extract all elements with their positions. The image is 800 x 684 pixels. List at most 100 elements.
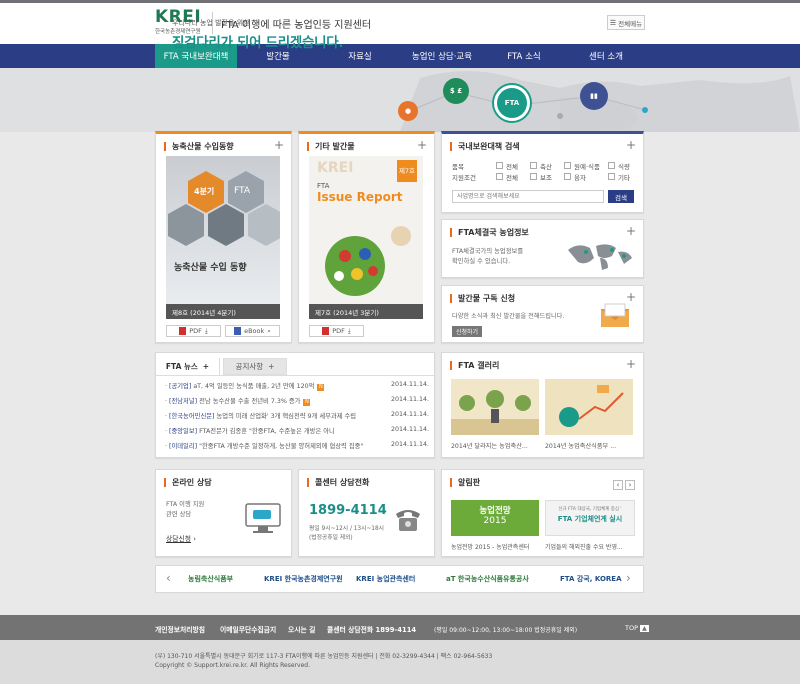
notice-caption-2[interactable]: 기업들의 해외진출 수요 반영... xyxy=(545,542,623,551)
plus-icon: + xyxy=(268,362,275,371)
filter-option[interactable]: 보조 xyxy=(530,172,564,182)
download-icon: ⤓ xyxy=(347,326,351,335)
subscribe-title: 발간물 구독 신청 xyxy=(450,294,515,303)
call-center-hours: 평일 9시~12시 / 13시~18시 xyxy=(309,526,385,532)
all-menu-button[interactable]: ☰ 전체메뉴 xyxy=(607,15,645,30)
filter-row-condition: 지원조건 전체 보조 융자 기타 xyxy=(452,171,630,182)
all-menu-label: 전체메뉴 xyxy=(618,19,643,28)
notice-board-title: 알림판 xyxy=(450,478,480,487)
call-center-title: 콜센터 상담전화 xyxy=(307,478,369,487)
gallery-thumb-1[interactable] xyxy=(451,379,539,435)
notice-next-button[interactable]: › xyxy=(625,480,635,490)
top-label: TOP xyxy=(625,624,639,632)
filter-option[interactable]: 융자 xyxy=(564,172,608,182)
gallery-thumb-2[interactable] xyxy=(545,379,633,435)
call-center-phone[interactable]: 1899-4114 xyxy=(309,503,387,518)
cover-fta-word: FTA xyxy=(234,186,250,196)
banner-2-small: 신규 FTA 대상국, 기업체계 중심 ' xyxy=(558,507,622,512)
filter-option[interactable]: 식량 xyxy=(608,161,630,171)
import-trend-pdf-button[interactable]: PDF ⤓ xyxy=(166,325,221,337)
search-button[interactable]: 검색 xyxy=(608,190,634,203)
notice-banner-2[interactable]: 신규 FTA 대상국, 기업체계 중심 ' FTA 기업체언계 실시 xyxy=(545,500,635,536)
measures-search-card: 국내보완대책 검색 + 품목 전체 축산 원예·식품 식량 지원조건 전체 보조… xyxy=(441,131,644,213)
envelope-icon xyxy=(601,303,629,327)
footer-copyright: Copyright © Support.krei.re.kr. All Righ… xyxy=(155,662,310,669)
issue-report-cover[interactable]: KREI 제7호 FTA Issue Report xyxy=(309,156,423,304)
import-trend-cover[interactable]: 4분기 FTA 농축산물 수입 동향 xyxy=(166,156,280,304)
other-publications-card: 기타 발간물 + KREI 제7호 FTA Issue Report 제7호 (… xyxy=(298,131,435,343)
import-trend-ebook-button[interactable]: eBook ⌕ xyxy=(225,325,280,337)
partner-mafra[interactable]: 농림축산식품부 xyxy=(188,574,233,584)
gallery-more-icon[interactable]: + xyxy=(626,358,636,370)
news-list: · [공기업] aT, 4억 일등인 농식품 매출, 2년 만에 120억 N 2… xyxy=(155,381,435,457)
partners-next-icon[interactable]: › xyxy=(626,571,631,585)
tab-fta-news[interactable]: FTA 뉴스 + xyxy=(156,358,220,375)
plus-icon: + xyxy=(202,362,210,371)
measures-search-more-icon[interactable]: + xyxy=(626,139,636,151)
call-center-card: 콜센터 상담전화 1899-4114 평일 9시~12시 / 13시~18시 (… xyxy=(298,469,435,557)
news-date: 2014.11.14. xyxy=(390,441,429,448)
filter-option[interactable]: 축산 xyxy=(530,161,564,171)
partner-krei[interactable]: KREI 한국농촌경제연구원 xyxy=(264,574,343,584)
footer-link-directions[interactable]: 오시는 길 xyxy=(288,624,315,634)
ebook-label: eBook xyxy=(244,327,265,335)
hamburger-icon: ☰ xyxy=(609,18,617,27)
fta-country-info-more-icon[interactable]: + xyxy=(626,225,636,237)
import-trend-card: 농축산물 수입동향 + 4분기 FTA 농축산물 수입 동향 제8호 (2014… xyxy=(155,131,292,343)
nav-item-consult-education[interactable]: 농업인 상담·교육 xyxy=(401,44,483,68)
news-date: 2014.11.14. xyxy=(390,396,429,403)
news-item[interactable]: · [한국농어민신문] 농업의 미래 산업화' 3개 핵심전략 9개 세부과제 … xyxy=(165,411,429,423)
nav-item-center-intro[interactable]: 센터 소개 xyxy=(565,44,647,68)
notice-prev-button[interactable]: ‹ xyxy=(613,480,623,490)
download-icon: ⤓ xyxy=(204,326,208,335)
import-trend-more-icon[interactable]: + xyxy=(274,139,284,151)
footer-link-privacy[interactable]: 개인정보처리방침 xyxy=(155,624,205,634)
partner-outlook-center[interactable]: KREI 농업관측센터 xyxy=(356,574,415,584)
pdf-icon xyxy=(322,327,330,335)
subscribe-button[interactable]: 신청하기 xyxy=(452,326,483,337)
tab-notice-label: 공지사항 xyxy=(235,362,264,371)
notice-banner-1[interactable]: 농업전망 2015 xyxy=(451,500,539,536)
apple-bubble-icon: ● xyxy=(398,101,418,121)
partner-at[interactable]: aT 한국농수산식품유통공사 xyxy=(446,574,529,584)
new-badge: N xyxy=(317,384,325,391)
partners-prev-icon[interactable]: ‹ xyxy=(166,571,171,585)
footer-hours-note: (평일 09:00~12:00, 13:00~18:00 법정공휴일 제외) xyxy=(434,627,578,634)
consult-request-link[interactable]: 상담신청 › xyxy=(166,533,196,543)
filter-label-condition: 지원조건 xyxy=(452,173,476,182)
filter-option[interactable]: 원예·식품 xyxy=(564,161,608,171)
fta-country-info-card: FTA체결국 농업정보 + FTA체결국가의 농업정보를 확인하실 수 있습니다. xyxy=(441,219,644,278)
subscribe-desc: 다양한 소식과 최신 발간물을 전해드립니다. xyxy=(452,313,565,320)
tab-notice[interactable]: 공지사항 + xyxy=(223,358,287,375)
search-input[interactable] xyxy=(452,190,604,203)
news-item[interactable]: · [중앙일보] FTA전문가 김종훈 "한중FTA, 수준높은 개방은 아니 … xyxy=(165,426,429,438)
fta-country-info-title: FTA체결국 농업정보 xyxy=(450,228,529,237)
pdf-label: PDF xyxy=(332,327,345,335)
other-publications-more-icon[interactable]: + xyxy=(417,139,427,151)
gallery-caption-1[interactable]: 2014년 달라지는 농업축산... xyxy=(451,441,528,450)
news-item[interactable]: · [전남저널] 전남 농수산물 수출 전년비 7.3% 증가 N 2014.11… xyxy=(165,396,429,408)
back-to-top-button[interactable]: TOP ▲ xyxy=(625,624,649,632)
other-publications-pdf-button[interactable]: PDF ⤓ xyxy=(309,325,364,337)
hero-subtitle: 우리나라 농업 발전을 위한 xyxy=(172,19,250,27)
news-item[interactable]: · [이데일리] "한중FTA 개방수준 일정하게, 농산물 양허제외에 협상력… xyxy=(165,441,429,453)
nav-item-fta-news[interactable]: FTA 소식 xyxy=(483,44,565,68)
filter-option[interactable]: 전체 xyxy=(496,172,530,182)
gallery-caption-2[interactable]: 2014년 농업축산식품부 ... xyxy=(545,441,616,450)
partner-fta-korea[interactable]: FTA 강국, KOREA xyxy=(560,574,622,584)
news-item[interactable]: · [공기업] aT, 4억 일등인 농식품 매출, 2년 만에 120억 N 2… xyxy=(165,381,429,393)
ebook-icon xyxy=(234,327,242,335)
world-map-illustration xyxy=(400,70,800,132)
news-date: 2014.11.14. xyxy=(390,426,429,433)
telephone-icon xyxy=(396,510,420,531)
footer-call-center[interactable]: 콜센터 상담전화 1899-4114 xyxy=(327,624,416,634)
footer-link-no-email[interactable]: 이메일무단수집금지 xyxy=(220,624,276,634)
globe-illustration xyxy=(325,226,411,296)
filter-option[interactable]: 기타 xyxy=(608,172,630,182)
notice-caption-1[interactable]: 농업전망 2015 - 농업관측센터 xyxy=(451,542,543,551)
pdf-icon xyxy=(179,327,187,335)
other-publications-caption: 제7호 (2014년 3분기) xyxy=(309,304,423,319)
partner-banner-strip: ‹ 농림축산식품부 KREI 한국농촌경제연구원 KREI 농업관측센터 aT … xyxy=(155,565,644,593)
tab-divider xyxy=(156,375,434,376)
filter-option[interactable]: 전체 xyxy=(496,161,530,171)
